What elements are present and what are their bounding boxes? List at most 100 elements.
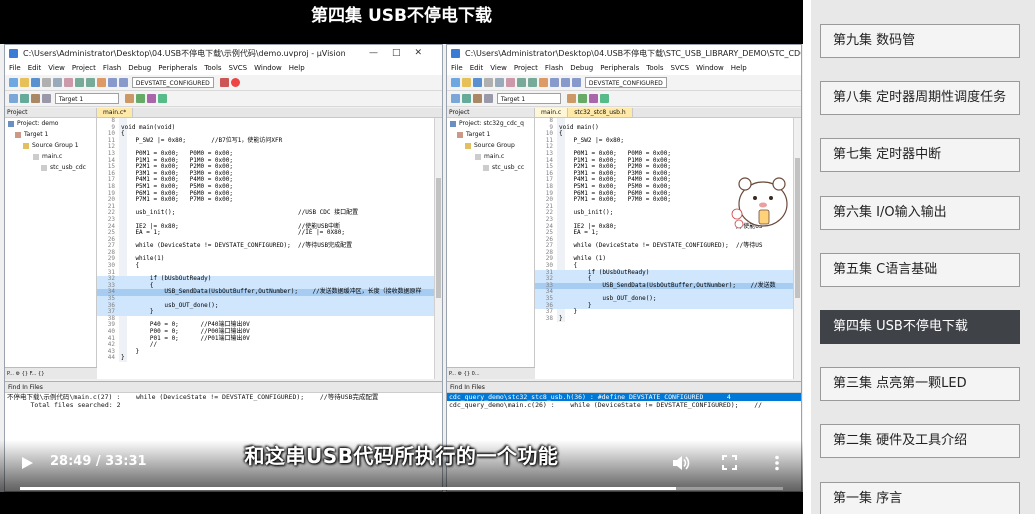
menu-item-flash[interactable]: Flash (545, 64, 563, 72)
episode-item[interactable]: 第八集 定时器周期性调度任务 (820, 81, 1020, 116)
code-text: EA = 1; (559, 229, 599, 237)
volume-icon[interactable] (672, 455, 690, 471)
code-line[interactable]: 9 void main(void) (97, 124, 442, 132)
code-line[interactable]: 27 while (DeviceState != DEVSTATE_CONFIG… (97, 242, 442, 250)
code-line[interactable]: 42 // (97, 341, 442, 349)
project-panel-tabs[interactable]: P... ⚙ {} 0... (447, 367, 535, 379)
menu-item-project[interactable]: Project (514, 64, 538, 72)
episode-item[interactable]: 第二集 硬件及工具介绍 (820, 424, 1020, 459)
window-title: C:\Users\Administrator\Desktop\04.USB不停电… (465, 49, 801, 58)
menu-item-help[interactable]: Help (731, 64, 747, 72)
tree-item-stc-usb[interactable]: stc_usb_cdc (5, 162, 96, 173)
editor-scrollbar[interactable] (434, 118, 442, 379)
code-line[interactable]: 43 } (97, 348, 442, 356)
code-line[interactable]: 30 { (97, 262, 442, 270)
project-panel-tabs[interactable]: P... ⚙ {} F... {} (5, 367, 97, 379)
fullscreen-icon[interactable] (722, 455, 737, 470)
menu-item-view[interactable]: View (490, 64, 507, 72)
menu-item-svcs[interactable]: SVCS (671, 64, 690, 72)
menu-item-debug[interactable]: Debug (570, 64, 593, 72)
code-text: } (559, 314, 563, 322)
menu-item-peripherals[interactable]: Peripherals (600, 64, 639, 72)
code-line[interactable]: 9 void main() (535, 124, 801, 132)
code-line[interactable]: 33 USB_SendData(UsbOutBuffer,OutNumber);… (535, 282, 801, 290)
code-line[interactable]: 44} (97, 355, 442, 362)
video-frame[interactable]: C:\Users\Administrator\Desktop\04.USB不停电… (0, 44, 803, 492)
tab-stc32-stc8-usb-h[interactable]: stc32_stc8_usb.h (568, 108, 633, 117)
debug-icon (219, 78, 229, 87)
line-number: 38 (545, 314, 553, 322)
code-line[interactable]: 37 } (535, 308, 801, 316)
menu-item-file[interactable]: File (9, 64, 21, 72)
menu-item-window[interactable]: Window (254, 64, 282, 72)
menu-item-debug[interactable]: Debug (128, 64, 151, 72)
tree-item-main-c[interactable]: main.c (5, 151, 96, 162)
episode-playlist: 第九集 数码管 第八集 定时器周期性调度任务 第七集 定时器中断 第六集 I/O输入输… (811, 0, 1035, 514)
code-editor[interactable]: main.c stc32_stc8_usb.h 8 9 void main() 10{1… (535, 108, 801, 379)
tree-item-target[interactable]: Target 1 (5, 129, 96, 140)
menu-item-project[interactable]: Project (72, 64, 96, 72)
redo-icon (528, 78, 537, 87)
menu-item-flash[interactable]: Flash (103, 64, 121, 72)
menu-item-svcs[interactable]: SVCS (229, 64, 248, 72)
menu-item-tools[interactable]: Tools (204, 64, 221, 72)
code-line[interactable]: 34 USB_SendData(UsbOutBuffer,OutNumber);… (97, 289, 442, 297)
menu-item-edit[interactable]: Edit (28, 64, 42, 72)
episode-item[interactable]: 第四集 USB不停电下载 (820, 310, 1020, 344)
code-line[interactable]: 20 P7M1 = 0x00; P7M0 = 0x00; (97, 196, 442, 204)
code-text: } (121, 354, 125, 362)
tree-item-main-c[interactable]: main.c (447, 151, 534, 162)
menu-item-peripherals[interactable]: Peripherals (158, 64, 197, 72)
tab-main-c[interactable]: main.c* (97, 108, 134, 117)
code-line[interactable]: 11 P_SW2 |= 0x80; //B7位写1，使能访问XFR (97, 137, 442, 145)
episode-item[interactable]: 第三集 点亮第一颗LED (820, 367, 1020, 402)
menu-item-view[interactable]: View (48, 64, 65, 72)
manage-icon (577, 94, 587, 103)
find-result-line[interactable]: cdc_query_demo\main.c(26) : while (Devic… (447, 401, 801, 409)
menu-item-tools[interactable]: Tools (646, 64, 663, 72)
tree-item-stc-usb[interactable]: stc_usb_cc (447, 162, 534, 173)
pack-icon (588, 94, 598, 103)
find-result-line[interactable]: 不停电下载\示例代码\main.c(27) : while (DeviceSta… (5, 393, 442, 401)
translate-icon (9, 94, 18, 103)
window-titlebar: C:\Users\Administrator\Desktop\04.USB不停电… (447, 45, 801, 62)
episode-item[interactable]: 第五集 C语言基础 (820, 252, 1020, 287)
menu-bar: File Edit View Project Flash Debug Peripherals… (5, 62, 442, 75)
progress-bar[interactable] (20, 487, 783, 490)
code-line[interactable]: 11 P_SW2 |= 0x80; (535, 137, 801, 145)
code-line[interactable]: 25 EA = 1; //IE |= 0X80; (97, 229, 442, 237)
episode-item[interactable]: 第六集 I/O输入输出 (820, 195, 1020, 230)
menu-item-file[interactable]: File (451, 64, 463, 72)
tree-item-project[interactable]: Project: stc32g_cdc_q (447, 118, 534, 129)
code-line[interactable]: 27 while (DeviceState != DEVSTATE_CONFIG… (535, 242, 801, 250)
code-line[interactable]: 29 while(1) (97, 256, 442, 263)
target-combo[interactable]: Target 1 (54, 93, 119, 104)
play-icon[interactable] (20, 456, 34, 470)
code-line[interactable]: 22 usb_init(); //USB CDC 接口配置 (97, 210, 442, 217)
code-line[interactable]: 38} (535, 314, 801, 323)
target-combo[interactable]: Target 1 (496, 93, 561, 104)
find-in-files-header: Find In Files (5, 382, 442, 393)
code-text: P7M1 = 0x00; P7M0 = 0x00; (559, 196, 671, 204)
tree-item-source-group[interactable]: Source Group 1 (5, 140, 96, 151)
editor-scrollbar[interactable] (793, 118, 801, 379)
menu-item-help[interactable]: Help (289, 64, 305, 72)
find-result-line-selected[interactable]: cdc_query_demo\stc32_stc8_usb.h(36) : #d… (447, 393, 801, 401)
video-player[interactable]: 第四集 USB不停电下载 C:\Users\Administrator\Desk… (0, 0, 803, 514)
menu-item-edit[interactable]: Edit (470, 64, 484, 72)
tree-item-project[interactable]: Project: demo (5, 118, 96, 129)
menu-item-window[interactable]: Window (696, 64, 724, 72)
code-line[interactable]: 37 } (97, 308, 442, 316)
find-combo[interactable]: DEVSTATE_CONFIGURED (584, 77, 667, 88)
code-area[interactable]: 8 9 void main(void) 10{11 P_SW2 |= 0x80; //… (97, 117, 442, 362)
editor-tabs: main.c* (97, 108, 442, 118)
episode-item[interactable]: 第九集 数码管 (820, 24, 1020, 58)
episode-item[interactable]: 第七集 定时器中断 (820, 138, 1020, 173)
find-combo[interactable]: DEVSTATE_CONFIGURED (131, 77, 214, 88)
more-vertical-icon[interactable] (773, 455, 781, 471)
tree-item-target[interactable]: Target 1 (447, 129, 534, 140)
code-editor[interactable]: main.c* 8 9 void main(void) 10{11 P_SW2 |= … (97, 108, 442, 379)
tree-item-source-group[interactable]: Source Group (447, 140, 534, 151)
episode-item[interactable]: 第一集 序言 (820, 481, 1020, 514)
find-summary-line: Total files searched: 2 (7, 401, 121, 409)
